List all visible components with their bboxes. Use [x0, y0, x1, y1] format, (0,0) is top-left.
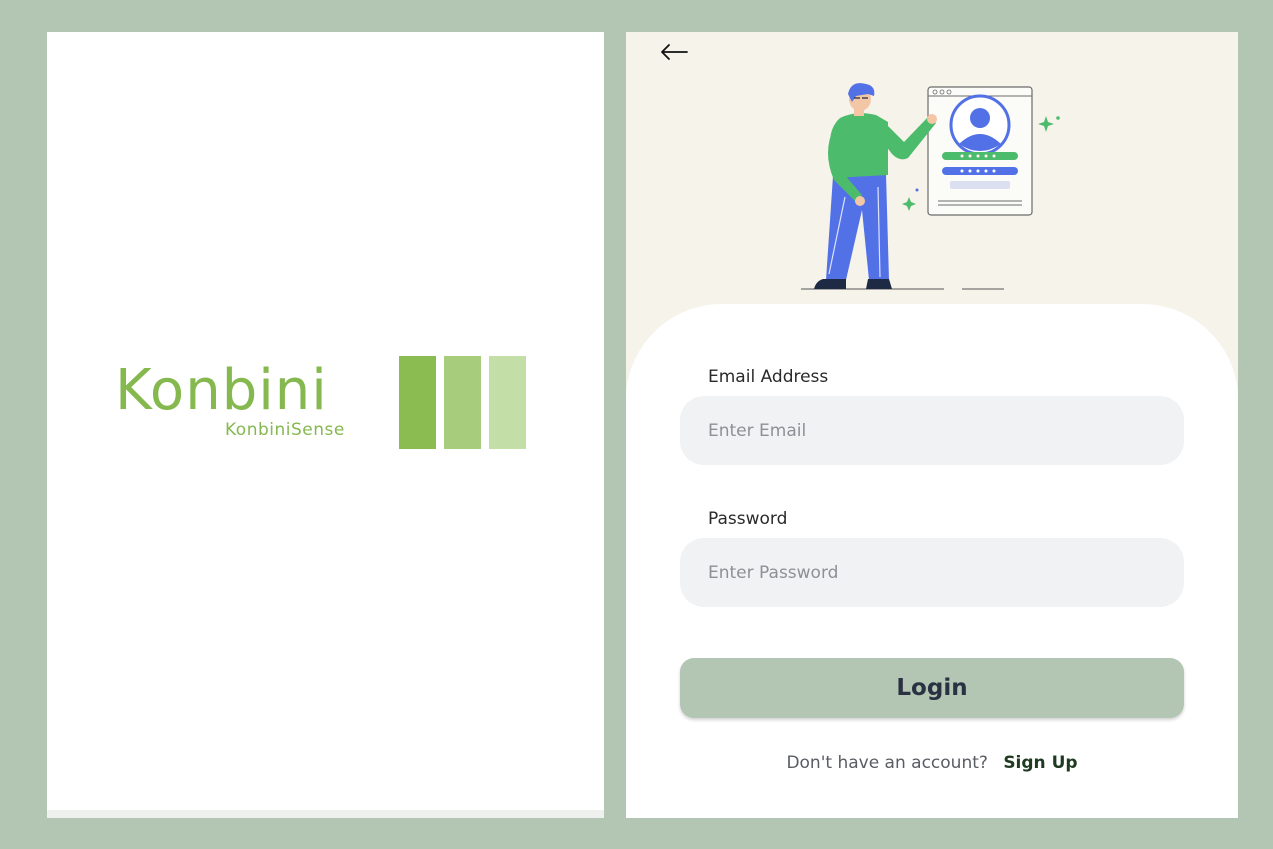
login-button[interactable]: Login [680, 658, 1184, 718]
splash-bottom-edge [47, 810, 604, 818]
screens-frame: Konbini KonbiniSense Email Address Enter… [0, 0, 1273, 849]
logo-wordmark: Konbini [115, 358, 328, 423]
email-field[interactable] [680, 396, 1184, 465]
signup-prompt: Don't have an account? [786, 753, 988, 773]
logo-tagline: KonbiniSense [225, 420, 345, 440]
password-field[interactable] [680, 538, 1184, 607]
email-label: Email Address [708, 367, 829, 387]
back-button[interactable] [656, 38, 692, 66]
logo-bar-dark [399, 356, 436, 449]
login-screen: Email Address Password Login Don't have … [626, 32, 1238, 818]
splash-screen: Konbini KonbiniSense [47, 32, 604, 818]
logo-bar-light [489, 356, 526, 449]
logo-bar-medium [444, 356, 481, 449]
login-illustration [801, 83, 1060, 290]
login-form-card: Email Address Password Login Don't have … [626, 304, 1238, 818]
signup-row: Don't have an account? Sign Up [626, 752, 1238, 774]
konbini-logo: Konbini KonbiniSense [115, 356, 527, 450]
password-label: Password [708, 509, 788, 529]
arrow-left-icon [661, 44, 688, 60]
signup-link[interactable]: Sign Up [1003, 753, 1077, 773]
